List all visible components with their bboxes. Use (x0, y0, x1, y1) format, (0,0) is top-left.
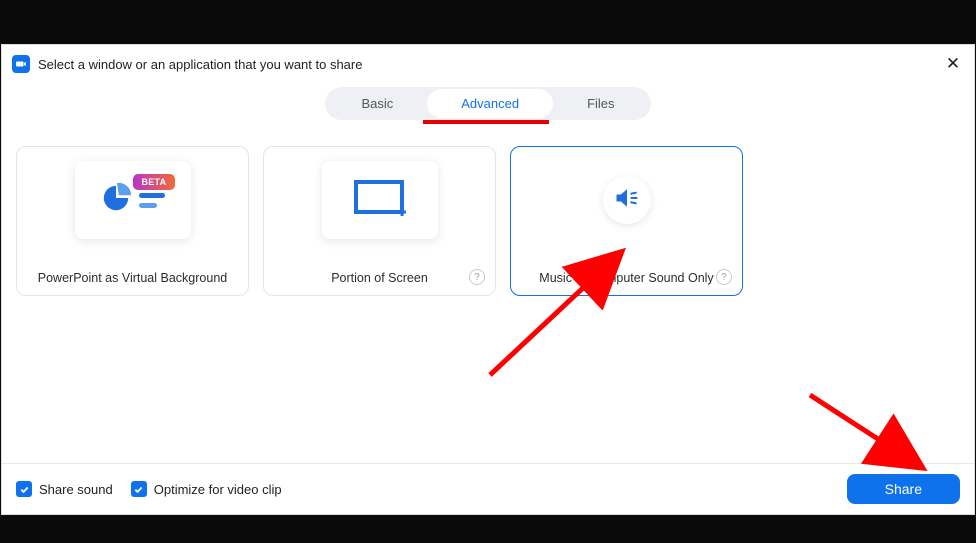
tabs: Basic Advanced Files (325, 87, 650, 120)
option-music-or-computer-sound[interactable]: Music or Computer Sound Only ? (510, 146, 743, 296)
card-label: Portion of Screen (331, 271, 428, 285)
tab-advanced[interactable]: Advanced (427, 89, 553, 118)
tabs-container: Basic Advanced Files (2, 83, 974, 120)
card-preview (569, 161, 685, 239)
app-icon (12, 55, 30, 73)
annotation-underline (423, 120, 549, 124)
card-preview: BETA (75, 161, 191, 239)
checkbox-checked-icon (16, 481, 32, 497)
lines-icon (139, 193, 165, 208)
card-preview (322, 161, 438, 239)
speaker-icon (613, 184, 641, 217)
checkbox-checked-icon (131, 481, 147, 497)
share-button[interactable]: Share (847, 474, 960, 504)
share-dialog: Select a window or an application that y… (1, 44, 975, 515)
checkbox-label: Share sound (39, 482, 113, 497)
pie-chart-icon (101, 183, 131, 218)
card-label: Music or Computer Sound Only (539, 271, 713, 285)
dialog-title: Select a window or an application that y… (38, 57, 362, 72)
option-portion-of-screen[interactable]: Portion of Screen ? (263, 146, 496, 296)
tab-files[interactable]: Files (553, 89, 648, 118)
option-powerpoint-virtual-background[interactable]: BETA PowerPoint as Virtual Background (16, 146, 249, 296)
checkbox-share-sound[interactable]: Share sound (16, 481, 113, 497)
help-icon[interactable]: ? (716, 269, 732, 285)
tab-basic[interactable]: Basic (327, 89, 427, 118)
crop-rect-icon (352, 178, 408, 223)
checkbox-optimize-video[interactable]: Optimize for video clip (131, 481, 282, 497)
help-icon[interactable]: ? (469, 269, 485, 285)
cards-row: BETA PowerPoint as Virtual Background Po… (2, 124, 974, 306)
close-button[interactable]: ✕ (942, 53, 964, 75)
titlebar: Select a window or an application that y… (2, 45, 974, 83)
footer: Share sound Optimize for video clip Shar… (2, 463, 974, 514)
card-label: PowerPoint as Virtual Background (38, 271, 227, 285)
checkbox-label: Optimize for video clip (154, 482, 282, 497)
beta-badge: BETA (133, 174, 174, 190)
